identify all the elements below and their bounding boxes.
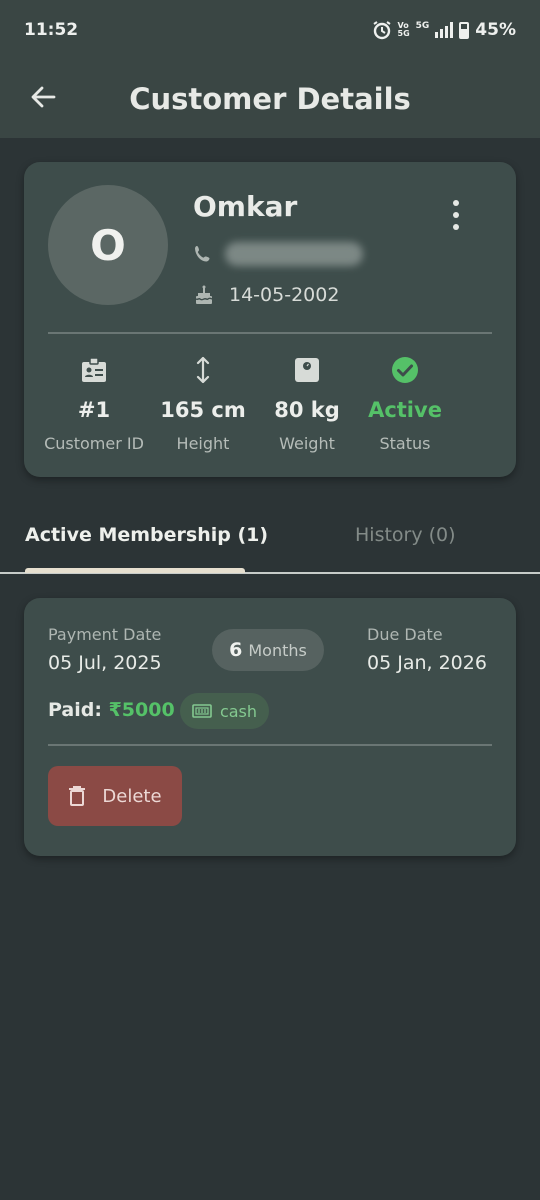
volte-indicator: Vo 5G	[398, 22, 410, 38]
customer-id-label: Customer ID	[44, 434, 144, 453]
customer-stats: #1 Customer ID 165 cm Height 80 kg Weigh…	[44, 354, 492, 454]
tab-history[interactable]: History (0)	[355, 524, 456, 546]
customer-profile-card: O Omkar 14-05-2002 #1 Customer ID 165 cm…	[24, 162, 516, 477]
paid-amount: ₹5000	[108, 699, 175, 721]
cash-icon	[192, 704, 212, 718]
membership-card: Payment Date 05 Jul, 2025 6 Months Due D…	[24, 598, 516, 856]
dot	[453, 200, 459, 206]
due-date: 05 Jan, 2026	[367, 652, 487, 674]
customer-name: Omkar	[193, 190, 298, 223]
volte-bottom: 5G	[397, 29, 410, 38]
delete-label: Delete	[102, 785, 162, 807]
more-options-button[interactable]	[448, 200, 464, 230]
scale-icon	[295, 358, 319, 382]
signal-icon	[435, 22, 454, 38]
due-date-label: Due Date	[367, 625, 443, 644]
signal-label: 5G	[415, 21, 430, 31]
stat-height: 165 cm Height	[143, 354, 263, 453]
active-tab-indicator	[25, 568, 245, 573]
height-arrows-icon	[196, 356, 210, 384]
dot	[453, 212, 459, 218]
back-button[interactable]	[26, 80, 60, 114]
delete-button[interactable]: Delete	[48, 766, 182, 826]
phone-row	[193, 242, 363, 266]
status-label: Status	[379, 434, 431, 453]
duration-value: 6	[229, 639, 243, 661]
paid-label: Paid:	[48, 699, 102, 721]
arrow-left-icon	[31, 86, 56, 108]
status-icons: Vo 5G 5G 45%	[372, 20, 516, 40]
customer-id-value: #1	[77, 398, 111, 422]
alarm-icon	[372, 21, 391, 40]
height-label: Height	[176, 434, 230, 453]
payment-date: 05 Jul, 2025	[48, 652, 162, 674]
status-bar: 11:52 Vo 5G 5G 45%	[0, 0, 540, 60]
payment-mode-badge: cash	[180, 693, 269, 729]
battery-icon	[459, 21, 470, 39]
divider	[48, 744, 492, 746]
stat-customer-id: #1 Customer ID	[34, 354, 154, 453]
payment-date-label: Payment Date	[48, 625, 162, 644]
app-bar: Customer Details	[0, 60, 540, 138]
stat-status: Active Status	[345, 354, 465, 453]
duration-badge: 6 Months	[212, 629, 324, 671]
payment-mode: cash	[219, 701, 258, 721]
trash-icon	[69, 786, 86, 806]
avatar: O	[48, 185, 168, 305]
dot	[453, 224, 459, 230]
cake-icon	[195, 285, 213, 304]
tab-active-membership[interactable]: Active Membership (1)	[25, 524, 268, 546]
phone-number-blurred	[225, 242, 363, 266]
check-circle-icon	[392, 357, 418, 383]
dob-row: 14-05-2002	[193, 284, 339, 306]
height-value: 165 cm	[160, 398, 246, 422]
paid-row: Paid: ₹5000	[48, 699, 175, 721]
page-title: Customer Details	[129, 82, 411, 116]
divider	[48, 332, 492, 334]
date-of-birth: 14-05-2002	[229, 284, 340, 306]
battery-percent: 45%	[475, 20, 516, 40]
status-time: 11:52	[24, 20, 79, 40]
phone-icon	[195, 246, 210, 262]
membership-tabs: Active Membership (1) History (0)	[0, 510, 540, 574]
id-badge-icon	[82, 357, 106, 382]
duration-unit: Months	[248, 640, 307, 660]
status-value: Active	[368, 398, 442, 422]
